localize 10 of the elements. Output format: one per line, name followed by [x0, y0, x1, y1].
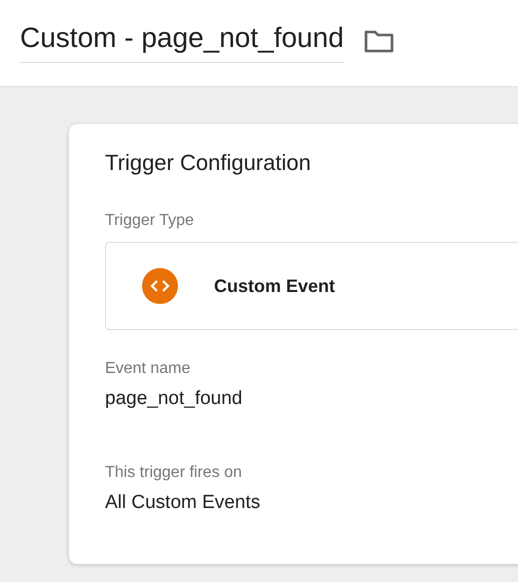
card-title: Trigger Configuration	[105, 150, 312, 176]
field-label: Event name	[105, 360, 192, 378]
field-value: All Custom Events	[105, 492, 262, 514]
field-value: page_not_found	[105, 388, 244, 410]
trigger-type-name: Custom Event	[214, 276, 336, 296]
code-icon	[142, 268, 178, 304]
field-label: This trigger fires on	[105, 464, 243, 482]
trigger-type-selector[interactable]: Custom Event	[105, 242, 518, 330]
field-label: Trigger Type	[105, 212, 195, 230]
folder-icon[interactable]	[364, 29, 394, 53]
